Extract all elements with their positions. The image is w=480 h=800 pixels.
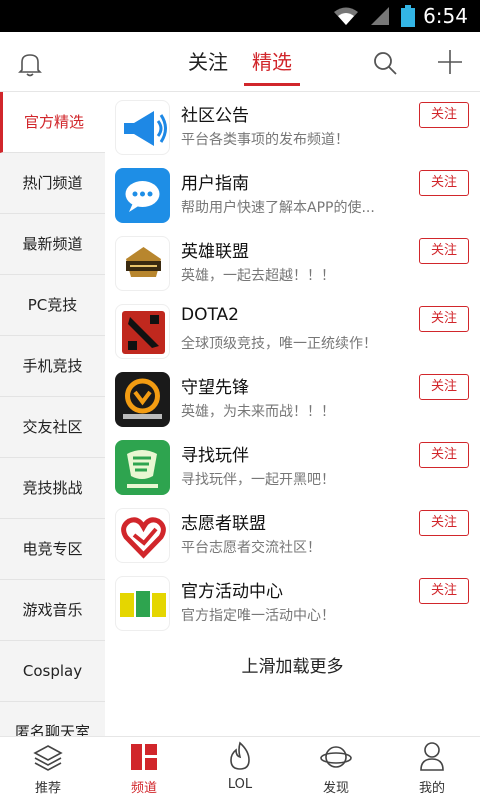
megaphone-icon bbox=[115, 100, 170, 155]
load-more-hint: 上滑加载更多 bbox=[241, 657, 344, 677]
channel-desc: 英雄，一起去超越！！！ bbox=[181, 268, 335, 284]
overwatch-logo bbox=[115, 372, 170, 427]
channel-title: DOTA2 bbox=[181, 305, 239, 325]
dota2-logo bbox=[115, 304, 170, 359]
nav-mine[interactable]: 我的 bbox=[384, 737, 480, 800]
bell-icon[interactable] bbox=[16, 50, 44, 78]
search-icon[interactable] bbox=[372, 50, 398, 76]
nav-label: 频道 bbox=[130, 781, 157, 796]
plus-icon[interactable] bbox=[436, 48, 464, 76]
top-header: 关注 精选 bbox=[0, 32, 480, 92]
volunteer-heart-logo bbox=[115, 508, 170, 563]
sidebar-item-social[interactable]: 交友社区 bbox=[0, 397, 105, 458]
category-sidebar: 官方精选 热门频道 最新频道 PC竞技 手机竞技 交友社区 竞技挑战 电竞专区 … bbox=[0, 92, 105, 736]
list-item[interactable]: 志愿者联盟 平台志愿者交流社区！ 关注 bbox=[115, 500, 475, 568]
channel-desc: 平台各类事项的发布频道！ bbox=[181, 132, 349, 148]
sidebar-item-music[interactable]: 游戏音乐 bbox=[0, 580, 105, 641]
nav-label: LOL bbox=[227, 777, 253, 792]
flame-icon bbox=[230, 741, 250, 770]
nav-label: 我的 bbox=[418, 781, 445, 796]
channel-title: 守望先锋 bbox=[181, 378, 249, 398]
follow-button[interactable]: 关注 bbox=[419, 510, 469, 536]
channel-title: 寻找玩伴 bbox=[181, 446, 249, 466]
channel-desc: 平台志愿者交流社区！ bbox=[181, 540, 321, 556]
follow-button[interactable]: 关注 bbox=[419, 578, 469, 604]
list-item[interactable]: DOTA2 全球顶级竞技，唯一正统续作！ 关注 bbox=[115, 296, 475, 364]
planet-icon bbox=[320, 746, 352, 768]
tab-follow[interactable]: 关注 bbox=[180, 32, 236, 92]
channel-title: 用户指南 bbox=[181, 174, 249, 194]
sidebar-item-mobile[interactable]: 手机竞技 bbox=[0, 336, 105, 397]
channel-title: 社区公告 bbox=[181, 106, 249, 126]
tab-featured[interactable]: 精选 bbox=[244, 32, 300, 86]
wifi-icon bbox=[334, 7, 359, 25]
channel-desc: 英雄，为未来而战！！！ bbox=[181, 404, 335, 420]
list-item[interactable]: 官方活动中心 官方指定唯一活动中心！ 关注 bbox=[115, 568, 475, 636]
follow-button[interactable]: 关注 bbox=[419, 374, 469, 400]
list-item[interactable]: 英雄联盟 英雄，一起去超越！！！ 关注 bbox=[115, 228, 475, 296]
channel-desc: 寻找玩伴，一起开黑吧！ bbox=[181, 472, 335, 488]
channel-grid-icon bbox=[131, 744, 157, 770]
sidebar-item-anonymous[interactable]: 匿名聊天室 bbox=[0, 702, 105, 736]
sidebar-item-latest[interactable]: 最新频道 bbox=[0, 214, 105, 275]
sidebar-item-esports[interactable]: 电竞专区 bbox=[0, 519, 105, 580]
nav-channel[interactable]: 频道 bbox=[96, 737, 192, 800]
sidebar-item-challenge[interactable]: 竞技挑战 bbox=[0, 458, 105, 519]
bottom-nav: 推荐 频道 LOL 发现 我的 bbox=[0, 736, 480, 800]
sidebar-item-hot[interactable]: 热门频道 bbox=[0, 153, 105, 214]
nav-recommend[interactable]: 推荐 bbox=[0, 737, 96, 800]
league-of-legends-logo bbox=[115, 236, 170, 291]
find-partner-logo bbox=[115, 440, 170, 495]
list-item[interactable]: 社区公告 平台各类事项的发布频道！ 关注 bbox=[115, 92, 475, 160]
nav-label: 发现 bbox=[322, 781, 349, 796]
follow-button[interactable]: 关注 bbox=[419, 102, 469, 128]
channel-desc: 官方指定唯一活动中心！ bbox=[181, 608, 335, 624]
user-icon bbox=[420, 742, 444, 771]
sidebar-item-pc[interactable]: PC竞技 bbox=[0, 275, 105, 336]
follow-button[interactable]: 关注 bbox=[419, 442, 469, 468]
battery-icon bbox=[401, 5, 416, 27]
list-item[interactable]: 寻找玩伴 寻找玩伴，一起开黑吧！ 关注 bbox=[115, 432, 475, 500]
status-bar: 6:54 bbox=[0, 0, 480, 32]
signal-icon bbox=[371, 7, 390, 25]
layers-icon bbox=[33, 745, 63, 771]
nav-discover[interactable]: 发现 bbox=[288, 737, 384, 800]
chat-bubble-icon bbox=[115, 168, 170, 223]
channel-title: 志愿者联盟 bbox=[181, 514, 266, 534]
channel-title: 英雄联盟 bbox=[181, 242, 249, 262]
activity-zone-logo bbox=[115, 576, 170, 631]
list-item[interactable]: 用户指南 帮助用户快速了解本APP的使... 关注 bbox=[115, 160, 475, 228]
follow-button[interactable]: 关注 bbox=[419, 238, 469, 264]
sidebar-item-cosplay[interactable]: Cosplay bbox=[0, 641, 105, 702]
nav-label: 推荐 bbox=[34, 781, 61, 796]
sidebar-item-official[interactable]: 官方精选 bbox=[0, 92, 105, 153]
follow-button[interactable]: 关注 bbox=[419, 170, 469, 196]
channel-title: 官方活动中心 bbox=[181, 582, 283, 602]
channel-desc: 帮助用户快速了解本APP的使... bbox=[181, 200, 375, 216]
clock: 6:54 bbox=[423, 4, 468, 28]
nav-lol[interactable]: LOL bbox=[192, 737, 288, 800]
follow-button[interactable]: 关注 bbox=[419, 306, 469, 332]
channel-desc: 全球顶级竞技，唯一正统续作！ bbox=[181, 336, 377, 352]
channel-list: 社区公告 平台各类事项的发布频道！ 关注 用户指南 帮助用户快速了解本APP的使… bbox=[105, 92, 480, 736]
list-item[interactable]: 守望先锋 英雄，为未来而战！！！ 关注 bbox=[115, 364, 475, 432]
header-tabs: 关注 精选 bbox=[180, 32, 308, 92]
